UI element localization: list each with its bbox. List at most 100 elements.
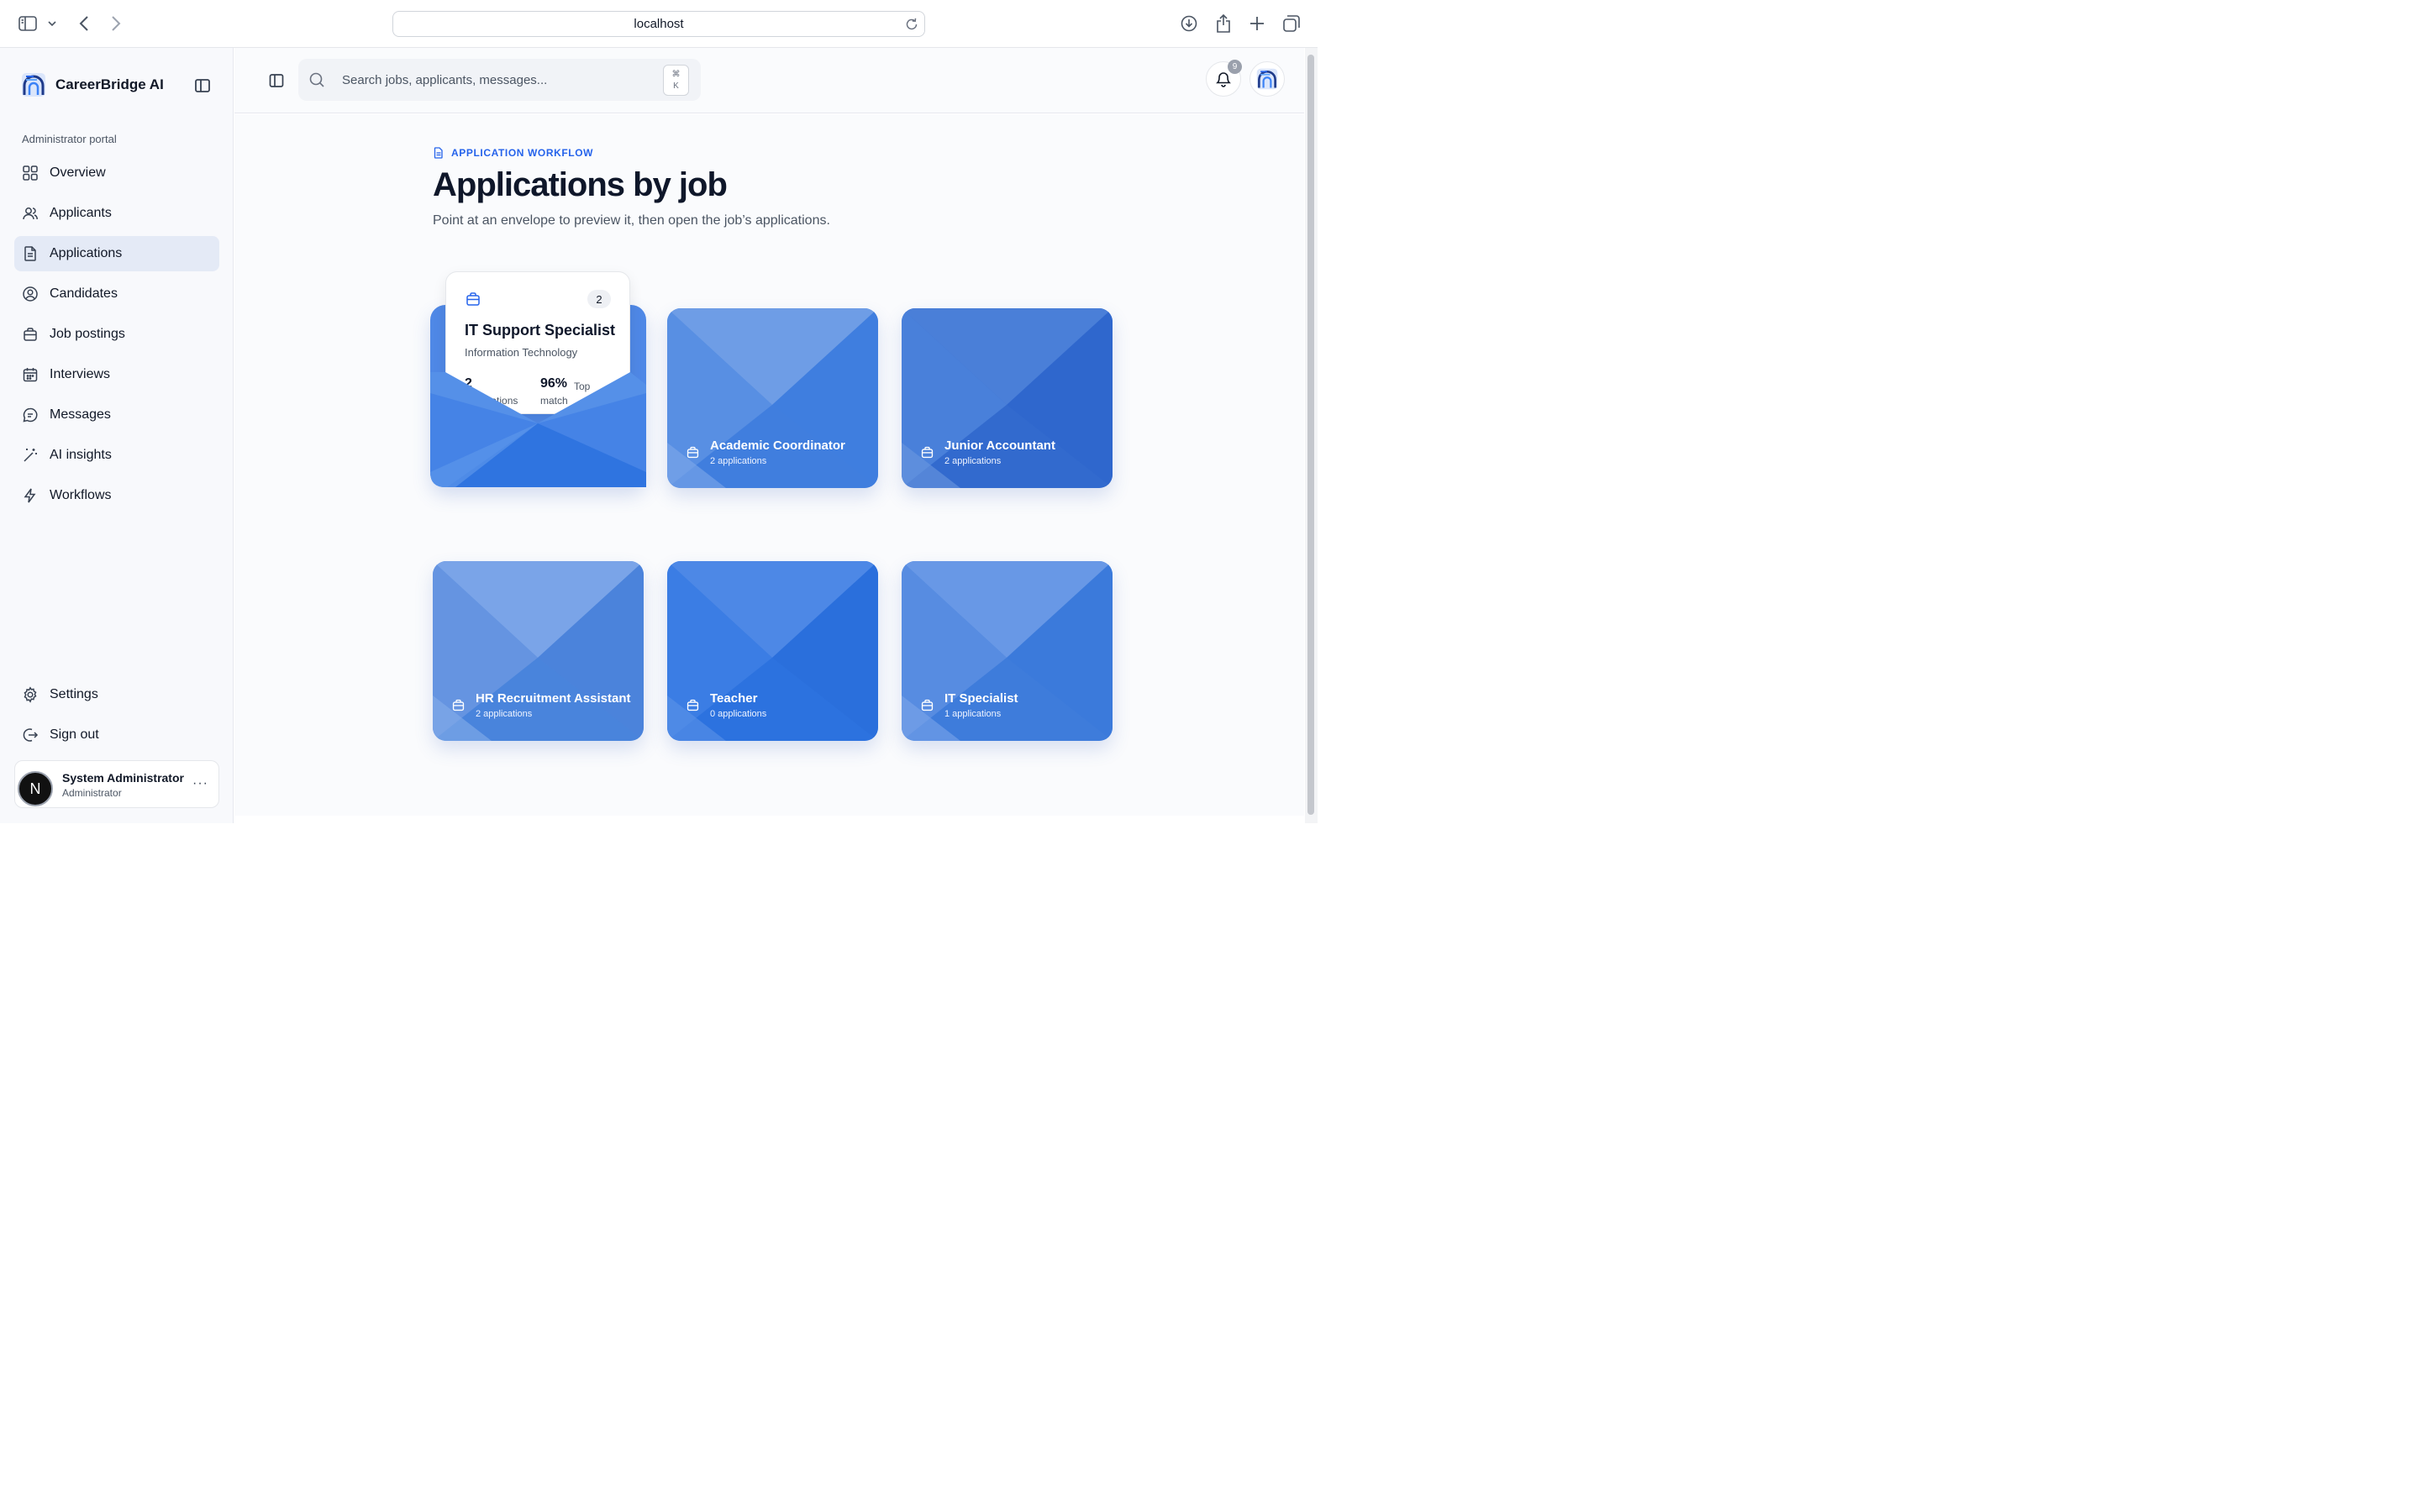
sidebar-item-label: Interviews bbox=[50, 367, 111, 381]
user-card[interactable]: N System Administrator Administrator ··· bbox=[14, 760, 219, 808]
envelope-count: 1 applications bbox=[944, 709, 1002, 719]
briefcase-icon bbox=[921, 699, 934, 711]
page-subtitle: Point at an envelope to preview it, then… bbox=[433, 213, 830, 228]
sidebar-item-label: Applicants bbox=[50, 206, 112, 220]
sidebar-bottom-nav: Settings Sign out bbox=[14, 677, 219, 758]
sidebar-item-label: Job postings bbox=[50, 327, 125, 341]
shortcut-command-key: ⌘ bbox=[671, 70, 681, 79]
envelope-count: 0 applications bbox=[710, 709, 767, 719]
sidebar: CareerBridge AI Administrator portal Ove… bbox=[0, 48, 234, 823]
sidebar-item-messages[interactable]: Messages bbox=[14, 397, 219, 433]
search-box[interactable]: ⌘ K bbox=[298, 59, 701, 101]
envelope-title: HR Recruitment Assistant bbox=[476, 691, 631, 706]
bolt-icon bbox=[24, 488, 36, 503]
envelope-teacher[interactable]: Teacher 0 applications bbox=[667, 561, 878, 741]
sidebar-toggle-icon[interactable] bbox=[16, 12, 39, 35]
grid-icon bbox=[23, 165, 38, 181]
brand-logo-icon bbox=[22, 73, 45, 97]
envelope-label: Junior Accountant 2 applications bbox=[920, 438, 1055, 466]
file-icon bbox=[24, 246, 36, 261]
wand-icon bbox=[24, 449, 37, 462]
sidebar-item-label: AI insights bbox=[50, 448, 112, 462]
sidebar-item-job-postings[interactable]: Job postings bbox=[14, 317, 219, 352]
envelope-title: Teacher bbox=[710, 691, 758, 706]
briefcase-icon bbox=[921, 446, 934, 459]
document-icon bbox=[434, 147, 443, 159]
envelope-count: 2 applications bbox=[944, 456, 1002, 466]
envelope-it-specialist[interactable]: IT Specialist 1 applications bbox=[902, 561, 1113, 741]
top-bar: ⌘ K 9 bbox=[234, 48, 1304, 113]
briefcase-icon bbox=[687, 699, 699, 711]
download-icon[interactable] bbox=[1177, 12, 1201, 35]
sidebar-item-applicants[interactable]: Applicants bbox=[14, 196, 219, 231]
profile-logo-icon bbox=[1256, 68, 1278, 90]
envelope-title: Junior Accountant bbox=[944, 438, 1055, 453]
eyebrow: APPLICATION WORKFLOW bbox=[433, 147, 593, 159]
main-content: APPLICATION WORKFLOW Applications by job… bbox=[234, 114, 1304, 816]
user-name: System Administrator bbox=[62, 771, 184, 785]
briefcase-icon bbox=[452, 699, 465, 711]
gear-icon bbox=[24, 686, 37, 703]
briefcase-icon bbox=[687, 446, 699, 459]
envelope-label: Academic Coordinator 2 applications bbox=[686, 438, 845, 466]
calendar-icon bbox=[23, 368, 38, 382]
envelope-hr-recruitment-assistant[interactable]: HR Recruitment Assistant 2 applications bbox=[433, 561, 644, 741]
envelope-label: IT Specialist 1 applications bbox=[920, 691, 1018, 719]
envelope-count: 2 applications bbox=[476, 709, 533, 719]
more-options-icon[interactable]: ··· bbox=[192, 776, 208, 791]
page-scrollbar[interactable] bbox=[1305, 48, 1318, 823]
sidebar-item-label: Candidates bbox=[50, 286, 118, 301]
sidebar-item-overview[interactable]: Overview bbox=[14, 155, 219, 191]
envelope-count: 2 applications bbox=[710, 456, 767, 466]
eyebrow-label: APPLICATION WORKFLOW bbox=[451, 147, 594, 159]
users-icon bbox=[23, 207, 38, 220]
sidebar-item-sign-out[interactable]: Sign out bbox=[14, 717, 219, 753]
portal-label: Administrator portal bbox=[22, 133, 117, 145]
scrollbar-thumb[interactable] bbox=[1307, 55, 1314, 815]
panel-toggle-icon[interactable] bbox=[268, 72, 285, 89]
sidebar-item-candidates[interactable]: Candidates bbox=[14, 276, 219, 312]
reload-icon[interactable] bbox=[904, 17, 919, 32]
sidebar-item-ai-insights[interactable]: AI insights bbox=[14, 438, 219, 473]
new-tab-icon[interactable] bbox=[1245, 12, 1269, 35]
envelope-it-support-specialist[interactable]: 2 IT Support Specialist Information Tech… bbox=[430, 271, 646, 487]
sidebar-item-label: Sign out bbox=[50, 727, 99, 742]
brand-name: CareerBridge AI bbox=[55, 76, 164, 92]
sidebar-item-applications[interactable]: Applications bbox=[14, 236, 219, 271]
forward-arrow-icon[interactable] bbox=[104, 12, 128, 35]
chevron-down-icon[interactable] bbox=[42, 12, 62, 35]
search-icon bbox=[309, 72, 324, 87]
share-icon[interactable] bbox=[1212, 12, 1235, 35]
envelope-front bbox=[430, 305, 646, 487]
tabs-overview-icon[interactable] bbox=[1280, 12, 1303, 35]
shortcut-letter-key: K bbox=[673, 81, 679, 91]
logout-icon bbox=[23, 728, 39, 742]
user-circle-icon bbox=[23, 286, 38, 302]
sidebar-nav: Overview Applicants Applications Candida… bbox=[14, 155, 219, 518]
notification-badge: 9 bbox=[1228, 60, 1242, 74]
bell-icon bbox=[1216, 72, 1231, 87]
sidebar-item-label: Overview bbox=[50, 165, 106, 180]
envelope-label: HR Recruitment Assistant 2 applications bbox=[451, 691, 630, 719]
address-bar[interactable]: localhost bbox=[392, 11, 925, 37]
url-text: localhost bbox=[634, 17, 684, 31]
profile-button[interactable] bbox=[1249, 61, 1285, 97]
briefcase-icon bbox=[24, 328, 37, 341]
back-arrow-icon[interactable] bbox=[72, 12, 96, 35]
sidebar-item-workflows[interactable]: Workflows bbox=[14, 478, 219, 513]
sidebar-item-label: Settings bbox=[50, 687, 98, 701]
envelope-academic-coordinator[interactable]: Academic Coordinator 2 applications bbox=[667, 308, 878, 488]
envelope-junior-accountant[interactable]: Junior Accountant 2 applications bbox=[902, 308, 1113, 488]
sidebar-item-interviews[interactable]: Interviews bbox=[14, 357, 219, 392]
sidebar-item-settings[interactable]: Settings bbox=[14, 677, 219, 712]
envelope-title: IT Specialist bbox=[944, 691, 1018, 706]
envelope-title: Academic Coordinator bbox=[710, 438, 845, 453]
search-input[interactable] bbox=[342, 67, 653, 92]
sidebar-item-label: Messages bbox=[50, 407, 111, 422]
browser-toolbar: localhost bbox=[0, 0, 1318, 48]
sidebar-item-label: Applications bbox=[50, 246, 123, 260]
brand[interactable]: CareerBridge AI bbox=[20, 71, 164, 98]
message-icon bbox=[23, 407, 38, 423]
collapse-sidebar-icon[interactable] bbox=[193, 76, 212, 95]
sidebar-item-label: Workflows bbox=[50, 488, 112, 502]
